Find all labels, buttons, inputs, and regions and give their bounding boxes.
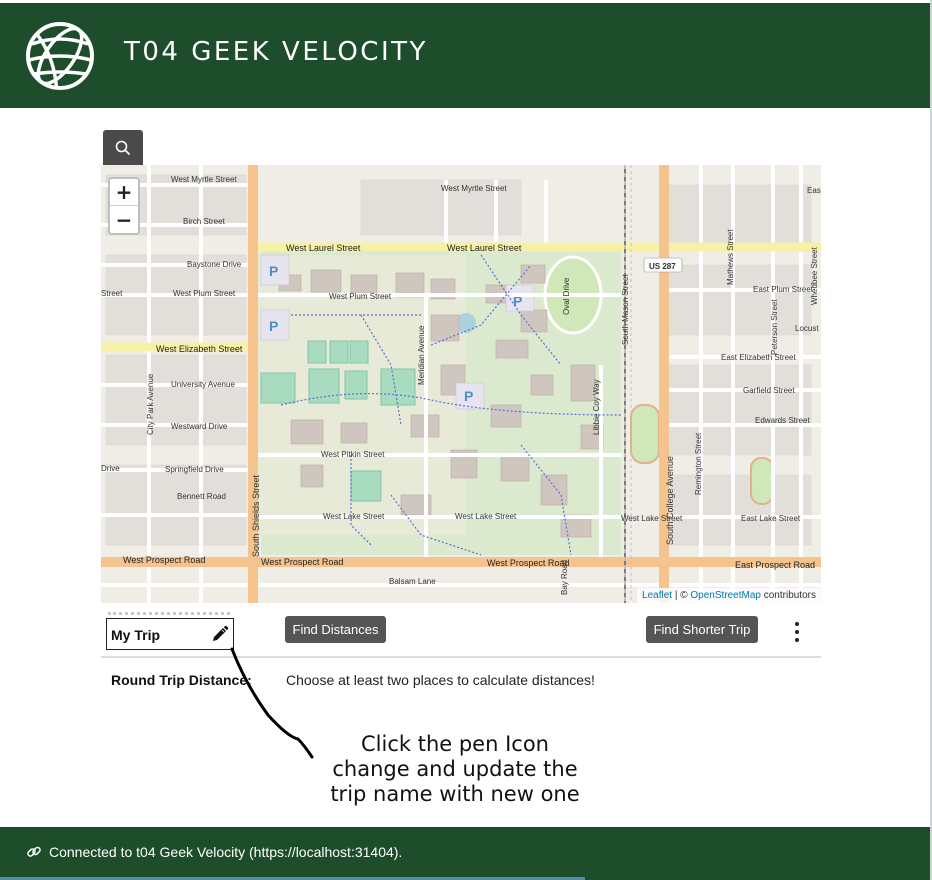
map-tiles[interactable]: PPPP West Myrtle Street West Myrtle Stre… xyxy=(101,165,821,603)
zoom-control: + − xyxy=(108,177,140,235)
map-label: West Elizabeth Street xyxy=(156,344,243,354)
header-bar: T04 GEEK VELOCITY xyxy=(0,3,930,108)
annotation-note: Click the pen Icon change and update the… xyxy=(310,732,600,807)
map-label: East Elizabeth Street xyxy=(721,353,796,362)
trip-name: My Trip xyxy=(111,627,161,643)
attribution-suffix: contributors xyxy=(760,590,816,601)
map-label: Baystone Drive xyxy=(187,260,242,269)
map-label: Drive xyxy=(101,464,120,473)
map-label: West Laurel Street xyxy=(447,243,522,253)
map-label: South College Avenue xyxy=(665,456,675,545)
trip-name-box[interactable]: My Trip xyxy=(106,618,234,650)
find-shorter-trip-button[interactable]: Find Shorter Trip xyxy=(646,616,758,643)
map-attribution: Leaflet | © OpenStreetMap contributors xyxy=(637,588,821,603)
map-label: South Shields Street xyxy=(251,474,261,557)
map-label: Garfield Street xyxy=(743,386,795,395)
map-label: Libbie Coy Way xyxy=(592,379,601,435)
map-label: South Mason Street xyxy=(621,274,630,345)
map-label: West Prospect Road xyxy=(123,555,205,565)
pencil-icon[interactable] xyxy=(211,625,229,643)
app-title: T04 GEEK VELOCITY xyxy=(124,37,428,67)
map-label: West Myrtle Street xyxy=(441,184,507,193)
map-label: Birch Street xyxy=(183,217,226,226)
map-label: University Avenue xyxy=(171,380,235,389)
divider xyxy=(101,656,821,658)
connection-status: Connected to t04 Geek Velocity (https://… xyxy=(49,844,403,860)
map-label: West Lake Street xyxy=(323,512,385,521)
map-label: Bay Road xyxy=(560,560,569,595)
map-label: Mathews Street xyxy=(726,229,735,285)
map-label: Remington Street xyxy=(694,432,703,495)
map-label: Edwards Street xyxy=(755,416,810,425)
map-label: West Prospect Road xyxy=(487,558,569,568)
map-label: Street xyxy=(101,289,123,298)
map-view[interactable]: PPPP West Myrtle Street West Myrtle Stre… xyxy=(101,165,821,603)
trip-box-border xyxy=(108,612,230,616)
app-page: T04 GEEK VELOCITY P P P P West Myrtle St… xyxy=(0,0,932,880)
map-label: West Plum Street xyxy=(173,289,236,298)
search-icon xyxy=(115,140,131,155)
map-label: Oval Drive xyxy=(562,277,571,315)
map-label: US 287 xyxy=(649,262,676,271)
annotation-line: change and update the xyxy=(332,757,578,781)
svg-text:P: P xyxy=(464,388,473,404)
map-label: West Pitkin Street xyxy=(321,450,385,459)
map-label: West Laurel Street xyxy=(286,243,361,253)
map-label: West Plum Street xyxy=(329,292,392,301)
globe-icon xyxy=(26,22,94,90)
map-label: Locust xyxy=(795,324,819,333)
map-label: West Myrtle Street xyxy=(171,175,237,184)
zoom-in-button[interactable]: + xyxy=(110,179,138,206)
map-label: Peterson Street xyxy=(770,299,779,355)
annotation-line: trip name with new one xyxy=(330,782,580,806)
map-label: Springfield Drive xyxy=(165,465,224,474)
map-label: East Plum Street xyxy=(753,285,814,294)
round-trip-message: Choose at least two places to calculate … xyxy=(286,672,595,688)
footer-bar: Connected to t04 Geek Velocity (https://… xyxy=(0,827,930,880)
map-label: East Prospect Road xyxy=(735,560,815,570)
svg-text:P: P xyxy=(269,318,278,334)
map-label: West Prospect Road xyxy=(261,557,343,567)
map-label: Balsam Lane xyxy=(389,577,436,586)
map-label: East xyxy=(807,186,821,195)
zoom-out-button[interactable]: − xyxy=(110,206,138,233)
svg-text:P: P xyxy=(269,263,278,279)
map-label: Westward Drive xyxy=(171,422,228,431)
map-label: East Lake Street xyxy=(741,514,801,523)
annotation-line: Click the pen Icon xyxy=(361,732,549,756)
find-distances-button[interactable]: Find Distances xyxy=(285,616,386,643)
osm-link[interactable]: OpenStreetMap xyxy=(690,590,761,601)
map-label: Whedbee Street xyxy=(810,246,819,305)
map-label: West Lake Street xyxy=(455,512,517,521)
more-vertical-icon[interactable] xyxy=(790,622,804,642)
search-button[interactable] xyxy=(103,130,143,165)
leaflet-link[interactable]: Leaflet xyxy=(642,590,672,601)
link-icon xyxy=(27,846,41,857)
attribution-separator: | © xyxy=(672,590,691,601)
map-label: Bennett Road xyxy=(177,492,226,501)
map-label: City Park Avenue xyxy=(146,373,155,435)
map-label: Meridian Avenue xyxy=(417,325,426,385)
